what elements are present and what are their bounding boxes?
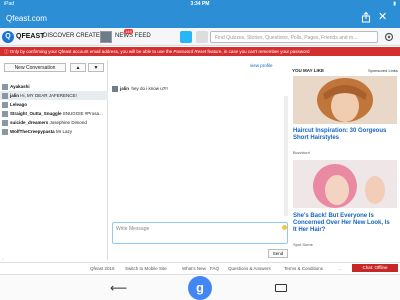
brand-name[interactable]: QFEAST — [16, 33, 44, 40]
ad-title[interactable]: Haircut Inspiration: 30 Gorgeous Short H… — [293, 128, 393, 142]
footer-link-faq[interactable]: FAQ — [210, 266, 219, 271]
conversation-item[interactable]: Ayakashi — [0, 82, 108, 91]
ad-source: Buzzhunt — [293, 150, 310, 155]
avatar — [112, 86, 118, 92]
avatar — [2, 120, 8, 126]
footer-link-mobile[interactable]: Switch to Mobile Site — [125, 266, 167, 271]
avatar — [2, 84, 8, 90]
browser-bar: Qfeast.com ✕ — [0, 8, 400, 28]
ad-image[interactable] — [293, 160, 397, 208]
nav-create[interactable]: CREATE — [76, 33, 100, 39]
avatar — [2, 102, 8, 108]
conversation-name: WolfTheCreepypasta — [10, 129, 55, 135]
qfeast-logo[interactable]: Q — [2, 31, 14, 43]
footer-link-whats-new[interactable]: What's New — [182, 266, 206, 271]
recent-apps-icon[interactable] — [275, 284, 287, 292]
close-icon[interactable]: ✕ — [378, 11, 387, 23]
conversation-item[interactable]: Leleago — [0, 100, 108, 109]
conversation-item[interactable]: Straight_Outta_Snuggle SNUGGIE #Prosa... — [0, 109, 108, 118]
conversation-preview: SNUGGIE #Prosa... — [62, 111, 103, 117]
conversation-name: jalin — [10, 93, 20, 99]
status-bar: iPad 3:34 PM ▮ — [0, 0, 400, 8]
avatar — [2, 129, 8, 135]
nav-news-feed[interactable]: NEWS FEED — [115, 33, 151, 39]
sponsored-panel: YOU MAY LIKE Sponsored Links Haircut Ins… — [290, 64, 400, 272]
news-feed-badge: 149 — [124, 29, 133, 34]
url-label[interactable]: Qfeast.com — [6, 14, 47, 23]
battery-icon: ▮ — [393, 1, 396, 7]
conversation-name: Ayakashi — [10, 84, 30, 90]
avatar — [2, 93, 8, 99]
nav-discover[interactable]: DISCOVER — [43, 33, 74, 39]
back-arrow-icon[interactable]: ⟵ — [110, 281, 127, 295]
conversation-preview: Josephine Dimond — [49, 120, 87, 126]
footer-link-qa[interactable]: Questions & Answers — [228, 266, 271, 271]
you-may-like-heading: YOU MAY LIKE — [292, 68, 325, 73]
footer-copyright: Qfeast 2016 — [90, 266, 115, 271]
send-button[interactable]: Send — [268, 249, 288, 258]
conversation-name: Straight_Outta_Snuggle — [10, 111, 62, 117]
message-text: hey do i know u?!! — [131, 86, 168, 92]
conversation-item[interactable]: suicide_dreamers Josephine Dimond — [0, 118, 108, 127]
view-profile-link[interactable]: view profile — [250, 63, 273, 68]
search-input[interactable]: Find Quizzes, Stories, Questions, Polls,… — [210, 31, 378, 43]
chat-area: view profile jalin hey do i know u?!! Wr… — [110, 60, 290, 260]
conversation-name: suicide_dreamers — [10, 120, 49, 126]
site-header: Q QFEAST DISCOVER CREATE NEWS FEED 149 F… — [0, 28, 400, 46]
conversation-preview: Mr Lazy — [55, 129, 72, 135]
ad-title[interactable]: She's Back! But Everyone Is Concerned Ov… — [293, 213, 393, 234]
conversation-preview: Hi, MY DEAR JAFERENCE! — [20, 93, 77, 99]
footer-link-privacy[interactable]: … — [338, 266, 343, 271]
avatar — [2, 111, 8, 117]
conversation-panel: New Conversation ▲ ▼ Ayakashi jalin Hi, … — [0, 60, 108, 263]
email-confirm-alert: ⓘ Only by confirming your Qfeast account… — [0, 47, 400, 56]
sponsored-links-label[interactable]: Sponsored Links — [368, 68, 398, 73]
alert-emphasis: Password Reset — [173, 49, 207, 54]
emoji-icon[interactable] — [282, 225, 287, 230]
clock: 3:34 PM — [190, 1, 210, 7]
chat-message: jalin hey do i know u?!! — [112, 86, 168, 92]
alert-suffix: feature, in case you can't remember your… — [206, 49, 310, 54]
scroll-up-button[interactable]: ▲ — [70, 63, 86, 72]
user-avatar[interactable] — [100, 31, 112, 43]
message-input[interactable]: Write Message — [112, 222, 288, 244]
site-footer: Qfeast 2016 Switch to Mobile Site What's… — [0, 262, 400, 272]
conversation-name: Leleago — [10, 102, 28, 108]
new-conversation-button[interactable]: New Conversation — [4, 63, 66, 72]
ad-source: Spot Some — [293, 242, 313, 247]
footer-link-terms[interactable]: Terms & Conditions — [284, 266, 323, 271]
alert-prefix: Only by confirming your Qfeast account e… — [9, 49, 174, 54]
conversation-list: Ayakashi jalin Hi, MY DEAR JAFERENCE! Le… — [0, 82, 108, 136]
conversation-item[interactable]: jalin Hi, MY DEAR JAFERENCE! — [0, 91, 108, 100]
scroll-down-button[interactable]: ▼ — [88, 63, 104, 72]
google-search-button[interactable]: g — [188, 276, 212, 300]
chat-offline-button[interactable]: Chat: Offline — [352, 264, 398, 272]
conversation-item[interactable]: WolfTheCreepypasta Mr Lazy — [0, 127, 108, 136]
system-nav-bar: ⟵ g — [0, 274, 400, 300]
chat-scrollbar[interactable] — [284, 96, 288, 216]
ad-image[interactable] — [293, 76, 397, 124]
gear-icon[interactable] — [384, 32, 394, 42]
messages-icon[interactable] — [196, 31, 208, 43]
message-author[interactable]: jalin — [120, 86, 129, 91]
share-icon[interactable] — [361, 12, 371, 23]
notifications-icon[interactable] — [180, 31, 192, 43]
